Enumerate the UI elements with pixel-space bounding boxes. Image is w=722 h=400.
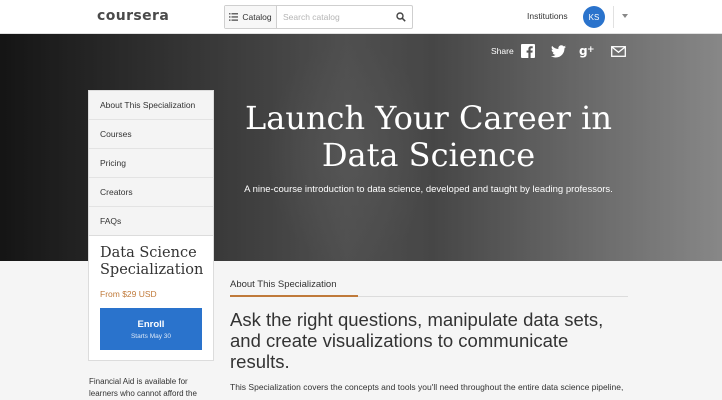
tab-divider [358, 296, 628, 297]
search-icon [396, 12, 406, 22]
section-description: This Specialization covers the concepts … [230, 382, 624, 392]
chevron-down-icon[interactable] [622, 14, 628, 18]
share-label: Share [491, 46, 514, 56]
price-label: From $29 USD [100, 289, 157, 299]
top-navigation-bar: coursera Catalog Institutions KS [0, 0, 722, 34]
svg-text:+: + [587, 45, 595, 55]
financial-aid-text: Financial Aid is available for learners … [89, 377, 197, 398]
hero-subtitle: A nine-course introduction to data scien… [244, 184, 613, 195]
catalog-search-group: Catalog [224, 5, 413, 29]
specialization-title: Data Science Specialization [100, 245, 204, 278]
side-menu-item-faqs[interactable]: FAQs [89, 207, 213, 236]
side-menu: About This Specialization Courses Pricin… [89, 91, 213, 236]
enroll-start-date: Starts May 30 [130, 332, 172, 340]
list-icon [229, 13, 239, 21]
search-input[interactable] [283, 6, 391, 28]
side-menu-item-about[interactable]: About This Specialization [89, 91, 213, 120]
tab-about-specialization[interactable]: About This Specialization [230, 279, 337, 290]
email-icon[interactable] [610, 43, 626, 59]
avatar[interactable]: KS [583, 6, 605, 28]
enroll-card: Data Science Specialization From $29 USD… [89, 236, 213, 360]
enroll-button[interactable]: Enroll Starts May 30 [100, 308, 202, 350]
institutions-link[interactable]: Institutions [527, 11, 568, 21]
coursera-logo[interactable]: coursera [97, 8, 169, 24]
hero-title: Launch Your Career in Data Science [245, 99, 612, 174]
catalog-button[interactable]: Catalog [225, 6, 277, 28]
google-plus-icon[interactable]: g + [579, 43, 595, 59]
side-menu-item-pricing[interactable]: Pricing [89, 149, 213, 178]
facebook-icon[interactable] [520, 43, 536, 59]
section-heading: Ask the right questions, manipulate data… [230, 309, 604, 372]
search-button[interactable] [390, 6, 412, 28]
nav-divider [613, 6, 614, 28]
catalog-label: Catalog [242, 12, 272, 22]
side-menu-item-courses[interactable]: Courses [89, 120, 213, 149]
enroll-label: Enroll [137, 318, 165, 330]
active-tab-indicator [230, 295, 358, 297]
side-menu-item-creators[interactable]: Creators [89, 178, 213, 207]
twitter-icon[interactable] [550, 43, 566, 59]
